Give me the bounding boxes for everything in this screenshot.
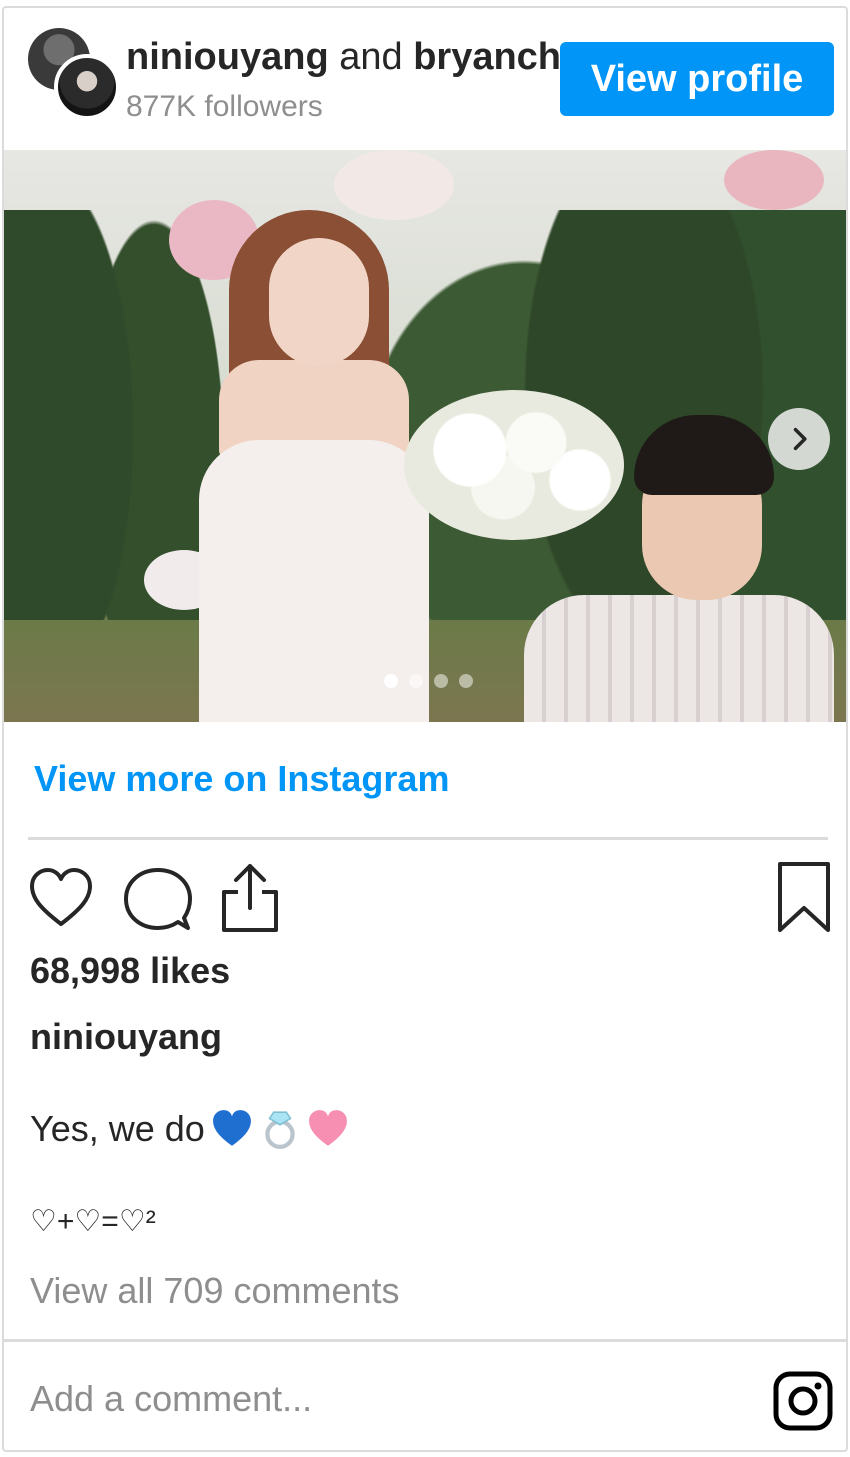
pink-heart-icon: [308, 1110, 347, 1146]
carousel-dot[interactable]: [459, 674, 473, 688]
author-link-bryanch[interactable]: bryanch: [413, 36, 561, 78]
share-icon[interactable]: [218, 860, 282, 936]
divider: [4, 1339, 846, 1342]
comment-icon[interactable]: [122, 866, 192, 932]
avatar-niniouyang[interactable]: [54, 54, 120, 120]
carousel-dots: [384, 674, 473, 688]
caption-username[interactable]: niniouyang: [30, 1016, 222, 1058]
post-photo[interactable]: [4, 150, 846, 722]
photo-flowers: [724, 150, 824, 210]
caption-text: Yes, we do: [30, 1108, 205, 1149]
author-conjunction: and: [339, 36, 403, 78]
instagram-embed-card: niniouyang and bryanch 877K followers Vi…: [2, 6, 848, 1452]
author-link-niniouyang[interactable]: niniouyang: [126, 36, 329, 78]
like-count[interactable]: 68,998 likes: [30, 950, 230, 992]
view-more-on-instagram-link[interactable]: View more on Instagram: [34, 758, 449, 800]
post-header: niniouyang and bryanch 877K followers Vi…: [4, 8, 846, 150]
ring-icon: [265, 1111, 295, 1149]
bookmark-icon[interactable]: [776, 860, 832, 934]
chevron-right-icon: [793, 427, 807, 451]
post-authors: niniouyang and bryanch: [126, 38, 561, 76]
instagram-logo-icon[interactable]: [772, 1370, 834, 1432]
groom-hair: [634, 415, 774, 495]
heart-icon[interactable]: [28, 866, 94, 928]
carousel-next-button[interactable]: [768, 408, 830, 470]
add-comment-input[interactable]: Add a comment...: [30, 1378, 312, 1420]
view-all-comments-link[interactable]: View all 709 comments: [30, 1270, 400, 1312]
carousel-dot[interactable]: [409, 674, 423, 688]
caption-line-2: ♡+♡=♡²: [30, 1205, 156, 1238]
groom-shirt: [524, 595, 834, 722]
carousel-dot[interactable]: [384, 674, 398, 688]
photo-bride: [199, 210, 429, 722]
divider: [28, 837, 828, 840]
carousel-dot[interactable]: [434, 674, 448, 688]
caption: Yes, we do: [30, 1108, 349, 1150]
bride-face: [269, 238, 369, 366]
view-profile-button[interactable]: View profile: [560, 42, 834, 116]
follower-count: 877K followers: [126, 90, 323, 123]
blue-heart-icon: [212, 1110, 251, 1146]
